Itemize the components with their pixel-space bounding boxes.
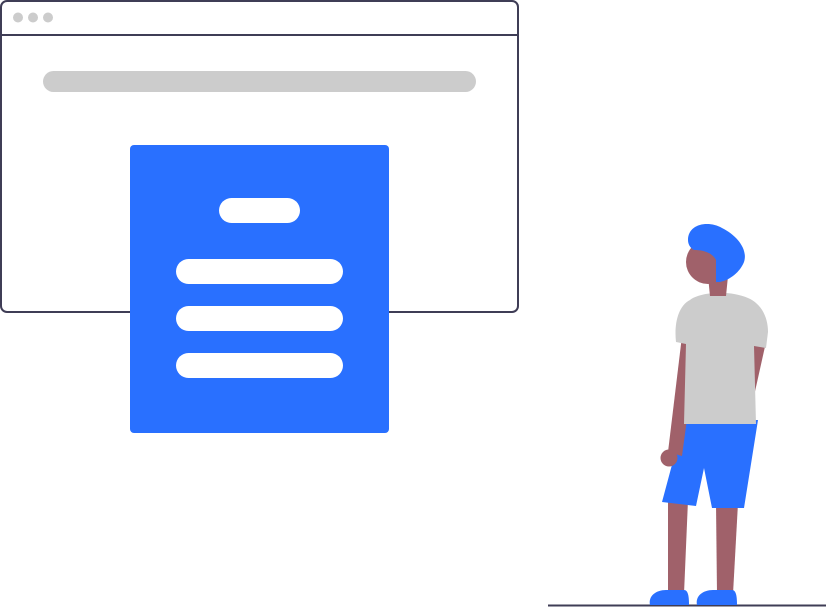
person-left-hand <box>660 449 678 467</box>
address-bar-placeholder <box>43 71 476 92</box>
window-dot-1 <box>13 12 23 23</box>
person-left-leg <box>668 500 688 594</box>
person-left-shoe <box>649 590 689 605</box>
person-right-shoe <box>696 590 737 605</box>
person-figure <box>649 224 768 605</box>
person-right-leg <box>716 503 738 594</box>
document-card-background <box>130 145 389 433</box>
document-card <box>130 145 389 433</box>
illustration-stage <box>0 0 838 607</box>
document-line-placeholder-2 <box>176 306 343 331</box>
document-line-placeholder-1 <box>176 259 343 284</box>
window-dot-2 <box>28 12 38 23</box>
document-title-placeholder <box>219 198 300 223</box>
person-shirt <box>675 292 768 424</box>
window-dot-3 <box>43 12 53 23</box>
browser-document-illustration <box>0 0 826 607</box>
document-line-placeholder-3 <box>176 353 343 378</box>
